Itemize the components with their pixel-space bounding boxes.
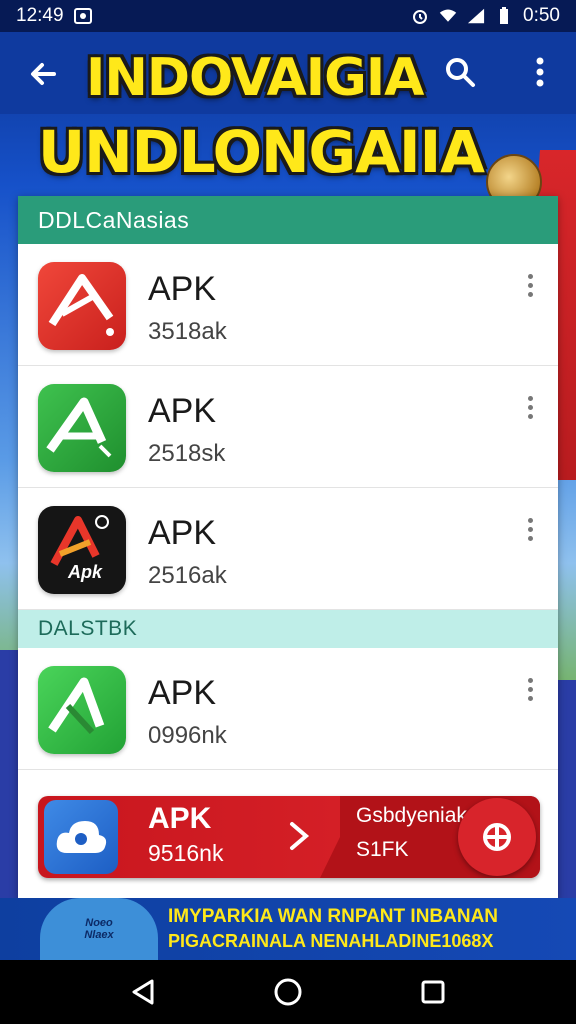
promo-title: APK (148, 802, 212, 835)
app-list-panel: DDLCaNasias APK 3518ak APK 2518sk Apk AP… (18, 196, 558, 900)
green-a-app-icon (38, 384, 126, 472)
back-triangle-icon[interactable] (123, 972, 163, 1012)
black-apk-app-icon: Apk (38, 506, 126, 594)
ad-badge: Noeo Nlaex (40, 898, 158, 960)
more-vert-icon[interactable] (522, 392, 538, 422)
section-header: DALSTBK (18, 610, 558, 648)
list-item[interactable]: APK 2518sk (18, 366, 558, 488)
green-a-app-icon (38, 666, 126, 754)
ad-badge-line1: Noeo (85, 917, 113, 929)
app-title: APK (148, 392, 217, 430)
more-vert-icon[interactable] (522, 674, 538, 704)
status-bar: 12:49 0:50 (0, 0, 576, 32)
home-circle-icon[interactable] (268, 972, 308, 1012)
ad-banner[interactable]: Noeo Nlaex IMYPARKIA WAN RNPANT INBANAN … (0, 898, 576, 960)
apk-icon-label: Apk (68, 562, 103, 582)
ad-text-line2: PIGACRAINALA NENAHLADINE1068X (168, 931, 494, 951)
list-item[interactable]: Apk APK 2516ak (18, 488, 558, 610)
list-item[interactable]: APK 0996nk (18, 648, 558, 770)
navigation-bar (0, 960, 576, 1024)
app-title: APK (148, 514, 217, 552)
screenshot-icon (73, 7, 92, 25)
recents-square-icon[interactable] (413, 972, 453, 1012)
app-title: APK (148, 270, 217, 308)
app-size: 2518sk (148, 440, 226, 467)
promo-label: Gsbdyeniak (356, 804, 467, 827)
section-header: DDLCaNasias (18, 196, 558, 244)
page-title: INDOVAIGIA (86, 48, 424, 108)
globe-icon[interactable] (458, 798, 536, 876)
chevron-right-icon (284, 816, 314, 856)
status-time: 12:49 (16, 5, 64, 26)
promo-banner[interactable]: APK 9516nk Gsbdyeniak S1FK (38, 796, 540, 878)
app-size: 2516ak (148, 562, 227, 589)
page-subtitle: UNDLONGAIIA (38, 118, 485, 186)
back-arrow-icon[interactable] (24, 54, 64, 94)
signal-icon (467, 7, 485, 25)
ad-text-line1: IMYPARKIA WAN RNPANT INBANAN (168, 906, 499, 927)
ad-badge-line2: Nlaex (84, 929, 114, 941)
status-clock: 0:50 (523, 5, 560, 26)
list-item[interactable]: APK 3518ak (18, 244, 558, 366)
battery-icon (495, 7, 513, 25)
app-title: APK (148, 674, 217, 712)
app-size: 3518ak (148, 318, 227, 345)
alarm-icon (411, 7, 429, 25)
app-size: 0996nk (148, 722, 227, 749)
promo-sublabel: S1FK (356, 838, 409, 861)
promo-size: 9516nk (148, 840, 224, 866)
wifi-icon (439, 7, 457, 25)
more-vert-icon[interactable] (522, 514, 538, 544)
cloud-app-icon (44, 800, 118, 874)
more-vert-icon[interactable] (522, 270, 538, 300)
red-a-app-icon (38, 262, 126, 350)
